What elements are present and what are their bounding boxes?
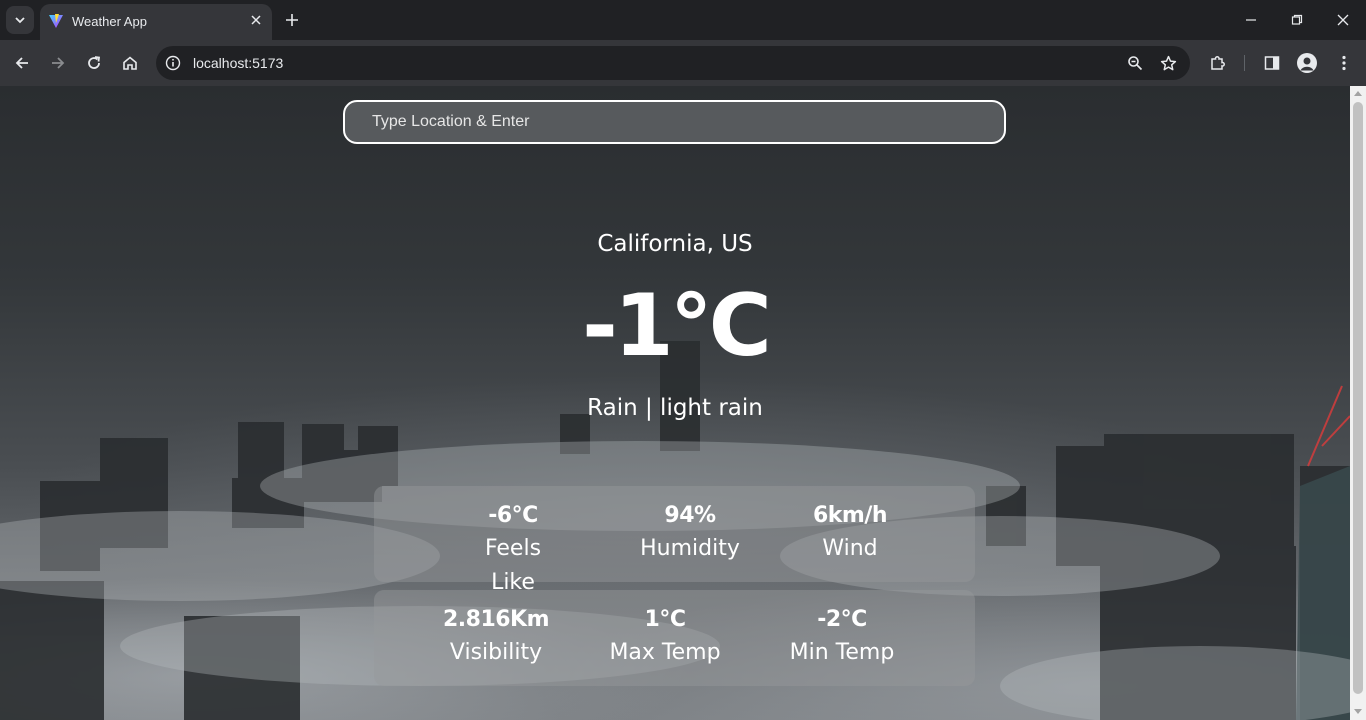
bookmark-button[interactable] — [1158, 53, 1178, 73]
tab-search-button[interactable] — [6, 6, 34, 34]
side-panel-icon — [1264, 56, 1280, 70]
scroll-down-icon[interactable] — [1354, 709, 1362, 714]
extensions-button[interactable] — [1204, 49, 1232, 77]
stat-min-temp: -2°C Min Temp — [778, 604, 906, 670]
side-panel-button[interactable] — [1258, 49, 1286, 77]
zoom-button[interactable] — [1125, 53, 1145, 73]
visibility-label: Visibility — [449, 640, 543, 665]
humidity-label: Humidity — [640, 536, 740, 561]
kebab-menu-icon — [1342, 55, 1346, 71]
tab-title: Weather App — [72, 14, 147, 29]
site-info-button[interactable] — [164, 54, 182, 72]
stat-humidity: 94% Humidity — [632, 500, 748, 566]
weather-stats-card-primary: -6°C Feels Like 94% Humidity 6km/h Wind — [374, 486, 975, 595]
stat-feels-like: -6°C Feels Like — [460, 500, 566, 600]
location-search-input[interactable] — [343, 100, 1006, 144]
humidity-value: 94% — [664, 503, 716, 528]
current-temperature: -1°C — [582, 276, 772, 376]
visibility-value: 2.816Km — [442, 607, 550, 632]
max-temp-label: Max Temp — [609, 640, 721, 665]
browser-toolbar: localhost:5173 — [0, 40, 1366, 86]
new-tab-button[interactable] — [280, 8, 304, 32]
zoom-icon — [1128, 56, 1143, 71]
stat-visibility: 2.816Km Visibility — [436, 604, 556, 670]
profile-icon — [1297, 53, 1317, 73]
reload-button[interactable] — [80, 49, 108, 77]
profile-button[interactable] — [1293, 49, 1321, 77]
close-icon — [251, 15, 261, 25]
home-button[interactable] — [116, 49, 144, 77]
weather-condition: Rain | light rain — [587, 395, 763, 421]
restore-icon — [1291, 14, 1303, 25]
address-bar[interactable]: localhost:5173 — [156, 46, 1190, 80]
restore-button[interactable] — [1274, 0, 1320, 40]
tab-strip: Weather App — [0, 0, 1366, 40]
back-button[interactable] — [8, 49, 36, 77]
wind-label: Wind — [822, 536, 878, 561]
page-scrollbar[interactable] — [1350, 86, 1366, 720]
tab-close-button[interactable] — [248, 12, 264, 28]
arrow-left-icon — [15, 57, 28, 69]
puzzle-icon — [1211, 56, 1225, 70]
chevron-down-icon — [15, 17, 25, 24]
browser-tab[interactable]: Weather App — [40, 4, 272, 40]
close-window-button[interactable] — [1320, 0, 1366, 40]
forward-button[interactable] — [44, 49, 72, 77]
home-icon — [123, 56, 137, 70]
max-temp-value: 1°C — [644, 607, 686, 632]
plus-icon — [286, 14, 298, 26]
info-icon — [165, 55, 181, 71]
vite-logo-icon — [49, 14, 63, 28]
arrow-right-icon — [52, 57, 65, 69]
weather-app-page: California, US -1°C Rain | light rain -6… — [0, 86, 1350, 720]
star-icon — [1160, 55, 1176, 70]
minimize-icon — [1246, 19, 1256, 21]
scrollbar-thumb[interactable] — [1353, 102, 1363, 694]
min-temp-label: Min Temp — [789, 640, 895, 665]
url-text[interactable]: localhost:5173 — [193, 55, 283, 71]
toolbar-divider — [1244, 55, 1245, 71]
minimize-button[interactable] — [1228, 0, 1274, 40]
stat-max-temp: 1°C Max Temp — [600, 604, 730, 670]
weather-stats-card-secondary: 2.816Km Visibility 1°C Max Temp -2°C Min… — [374, 590, 975, 686]
stat-wind: 6km/h Wind — [800, 500, 900, 566]
close-icon — [1337, 14, 1349, 26]
chrome-menu-button[interactable] — [1330, 49, 1358, 77]
wind-value: 6km/h — [812, 503, 888, 528]
location-name: California, US — [597, 231, 753, 257]
scroll-up-icon[interactable] — [1354, 91, 1362, 96]
reload-icon — [88, 56, 101, 69]
min-temp-value: -2°C — [817, 607, 867, 632]
feels-like-value: -6°C — [488, 503, 538, 528]
